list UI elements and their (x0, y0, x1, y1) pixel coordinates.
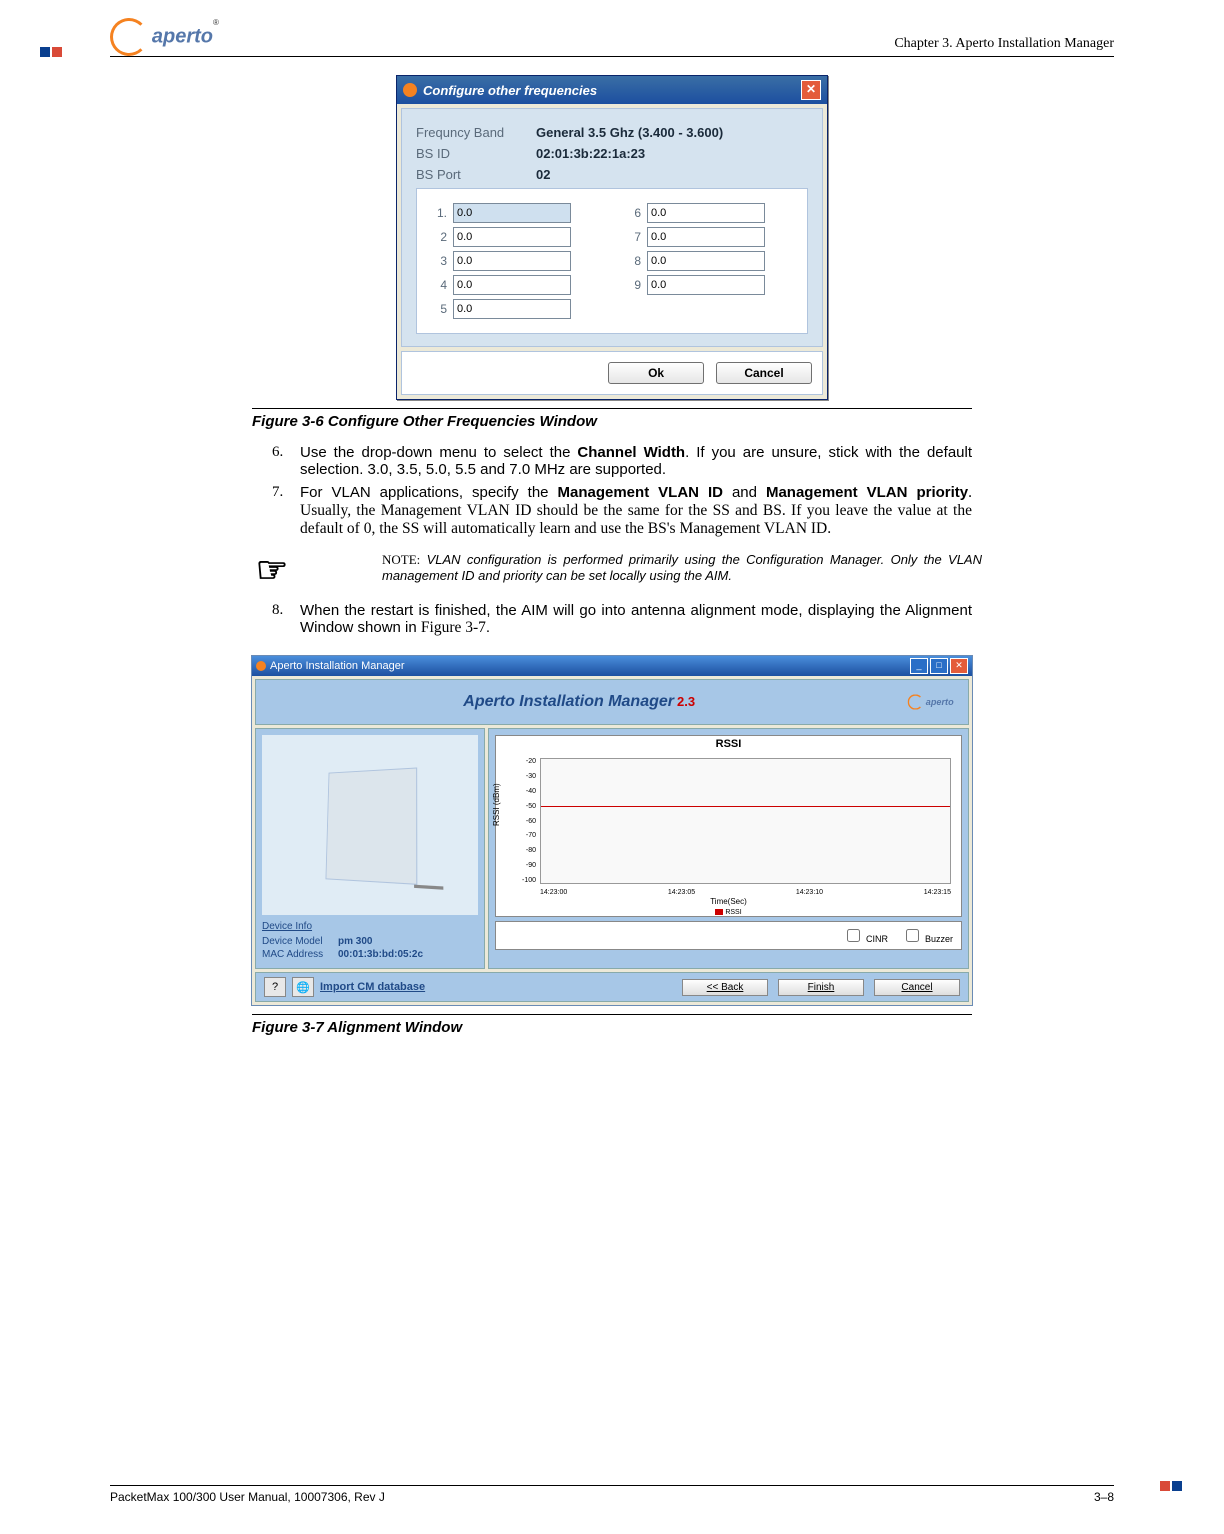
mac-address-label: MAC Address (262, 949, 332, 960)
decor-squares-right (1160, 1478, 1184, 1494)
step-7-text: For VLAN applications, specify the Manag… (300, 484, 972, 538)
freq-num-3: 3 (433, 254, 447, 268)
close-icon[interactable]: ✕ (950, 658, 968, 674)
chart-legend: RSSI (496, 909, 961, 916)
globe-icon[interactable]: 🌐 (292, 977, 314, 997)
figure-3-7-caption: Figure 3-7 Alignment Window (252, 1019, 972, 1036)
step-6-num: 6. (252, 444, 300, 478)
header-rule (110, 56, 1114, 57)
freq-num-8: 8 (627, 254, 641, 268)
chapter-label: Chapter 3. Aperto Installation Manager (894, 36, 1114, 52)
frequency-band-value: General 3.5 Ghz (3.400 - 3.600) (536, 125, 723, 140)
aperto-logo: aperto® (110, 18, 230, 52)
note-text: NOTE: VLAN configuration is performed pr… (302, 552, 982, 583)
cancel-button[interactable]: Cancel (874, 979, 960, 996)
bs-port-label: BS Port (416, 167, 536, 182)
footer-page-number: 3–8 (1094, 1490, 1114, 1504)
freq-num-2: 2 (433, 230, 447, 244)
device-panel: Device Info Device Model pm 300 MAC Addr… (255, 728, 485, 969)
logo-swirl-icon (110, 18, 148, 56)
step-7-num: 7. (252, 484, 300, 538)
close-icon[interactable]: ✕ (801, 80, 821, 100)
window-title: Configure other frequencies (423, 83, 597, 98)
rssi-series-line (541, 806, 950, 807)
finish-button[interactable]: Finish (778, 979, 864, 996)
freq-input-5[interactable] (453, 299, 571, 319)
aim-window-title: Aperto Installation Manager (270, 660, 405, 672)
decor-squares-left (40, 44, 64, 60)
freq-input-4[interactable] (453, 275, 571, 295)
help-icon[interactable]: ? (264, 977, 286, 997)
device-info-title: Device Info (262, 921, 478, 932)
ok-button[interactable]: Ok (608, 362, 704, 384)
freq-input-2[interactable] (453, 227, 571, 247)
antenna-image (262, 735, 478, 915)
device-model-label: Device Model (262, 936, 332, 947)
logo-text: aperto (152, 26, 213, 48)
buzzer-checkbox[interactable]: Buzzer (902, 934, 953, 944)
aperto-logo-small: aperto (908, 694, 954, 709)
figure-rule (252, 408, 972, 409)
aim-titlebar: Aperto Installation Manager _ □ ✕ (252, 656, 972, 676)
freq-input-6[interactable] (647, 203, 765, 223)
pointing-hand-icon: ☞ (242, 552, 302, 588)
footer-left: PacketMax 100/300 User Manual, 10007306,… (110, 1490, 385, 1504)
freq-input-3[interactable] (453, 251, 571, 271)
page-footer: PacketMax 100/300 User Manual, 10007306,… (110, 1479, 1114, 1504)
back-button[interactable]: << Back (682, 979, 768, 996)
freq-input-9[interactable] (647, 275, 765, 295)
bs-id-label: BS ID (416, 146, 536, 161)
logo-registered: ® (213, 18, 219, 27)
x-axis-label: Time(Sec) (496, 897, 961, 906)
device-model-value: pm 300 (338, 936, 372, 947)
alignment-window: Aperto Installation Manager _ □ ✕ Aperto… (251, 655, 973, 1006)
frequency-band-label: Frequncy Band (416, 125, 536, 140)
freq-input-1[interactable] (453, 203, 571, 223)
figure-3-6-caption: Figure 3-6 Configure Other Frequencies W… (252, 413, 972, 430)
x-axis-ticks: 14:23:0014:23:0514:23:1014:23:15 (540, 889, 951, 896)
configure-frequencies-window: Configure other frequencies ✕ Frequncy B… (396, 75, 828, 400)
rssi-chart: RSSI RSSI (dBm) -20-30-40-50-60-70-80-90… (495, 735, 962, 917)
freq-num-9: 9 (627, 278, 641, 292)
chart-title: RSSI (496, 736, 961, 750)
page-header: aperto® Chapter 3. Aperto Installation M… (110, 18, 1114, 52)
frequency-inputs-grid: 1. 2 3 4 5 6 7 8 9 (416, 188, 808, 334)
figure-rule (252, 1014, 972, 1015)
y-axis-label: RSSI (dBm) (492, 783, 501, 826)
chart-panel: RSSI RSSI (dBm) -20-30-40-50-60-70-80-90… (488, 728, 969, 969)
bs-id-value: 02:01:3b:22:1a:23 (536, 146, 645, 161)
freq-num-5: 5 (433, 302, 447, 316)
app-icon (256, 661, 266, 671)
freq-num-7: 7 (627, 230, 641, 244)
step-6-text: Use the drop-down menu to select the Cha… (300, 444, 972, 478)
freq-input-7[interactable] (647, 227, 765, 247)
mac-address-value: 00:01:3b:bd:05:2c (338, 949, 423, 960)
freq-num-4: 4 (433, 278, 447, 292)
minimize-icon[interactable]: _ (910, 658, 928, 674)
freq-num-1: 1. (433, 206, 447, 220)
step-8-text: When the restart is finished, the AIM wi… (300, 602, 972, 637)
bs-port-value: 02 (536, 167, 550, 182)
y-axis-ticks: -20-30-40-50-60-70-80-90-100 (502, 758, 536, 884)
window-titlebar: Configure other frequencies ✕ (397, 76, 827, 104)
import-cm-link[interactable]: Import CM database (320, 981, 425, 993)
freq-num-6: 6 (627, 206, 641, 220)
maximize-icon[interactable]: □ (930, 658, 948, 674)
cinr-checkbox[interactable]: CINR (843, 934, 888, 944)
freq-input-8[interactable] (647, 251, 765, 271)
cancel-button[interactable]: Cancel (716, 362, 812, 384)
aim-banner: Aperto Installation Manager2.3 (463, 693, 695, 711)
app-icon (403, 83, 417, 97)
step-8-num: 8. (252, 602, 300, 637)
